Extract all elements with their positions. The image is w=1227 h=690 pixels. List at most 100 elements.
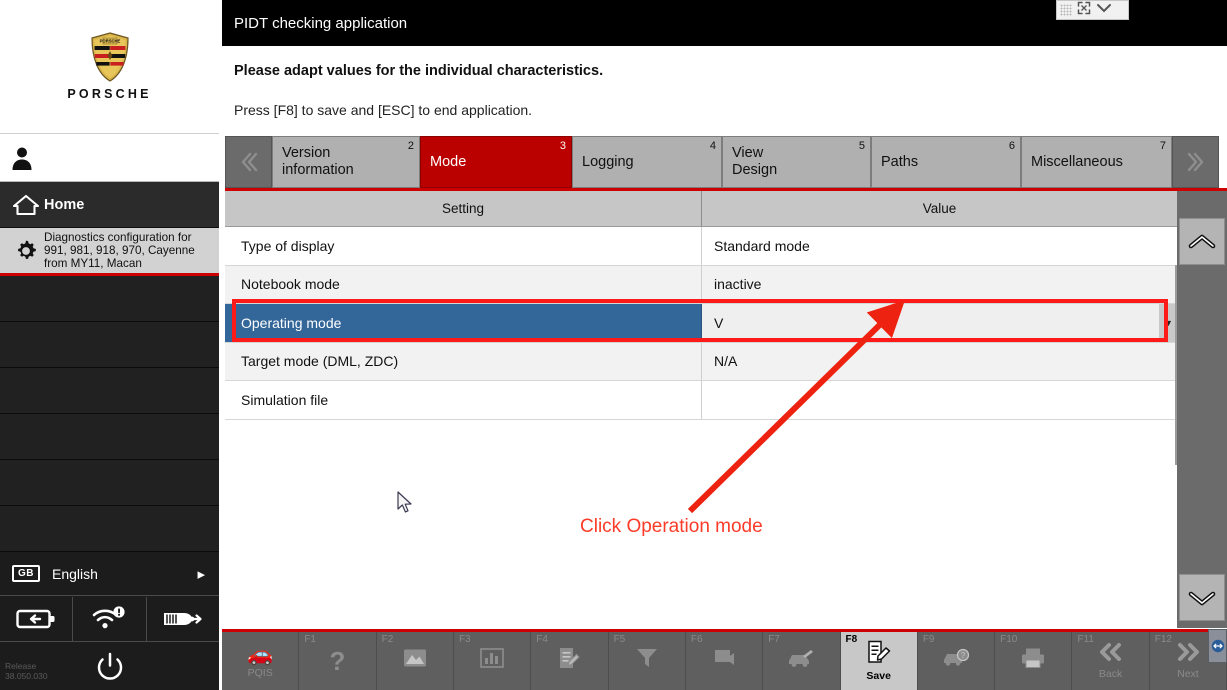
row-value-dropdown[interactable]: V ▼ <box>702 304 1178 342</box>
user-account-row[interactable] <box>0 134 219 182</box>
chevron-up-icon <box>1188 234 1216 248</box>
svg-text:?: ? <box>961 651 966 660</box>
fkey-f8-save[interactable]: F8 Save <box>840 632 918 690</box>
bar-chart-icon <box>480 648 504 673</box>
column-header-setting: Setting <box>225 191 702 226</box>
floating-toolbar[interactable] <box>1056 0 1129 20</box>
filter-funnel-icon <box>635 647 659 674</box>
row-value[interactable]: N/A <box>702 343 1177 381</box>
tab-number: 4 <box>709 140 716 152</box>
sidebar-item-label: Diagnostics configuration for 991, 981, … <box>44 230 195 271</box>
table-row-operating-mode[interactable]: Operating mode V ▼ <box>225 304 1178 343</box>
tab-miscellaneous[interactable]: 7 Miscellaneous <box>1021 136 1172 188</box>
tab-label: Logging <box>582 153 634 170</box>
row-setting: Operating mode <box>225 304 702 342</box>
tab-logging[interactable]: 4 Logging <box>572 136 722 188</box>
table-row[interactable]: Simulation file <box>225 381 1177 420</box>
row-value[interactable]: Standard mode <box>702 227 1177 265</box>
edit-list-icon <box>557 647 581 674</box>
fkey-number: F10 <box>1000 634 1018 645</box>
fkey-label: PQIS <box>247 666 273 679</box>
scroll-down-button[interactable] <box>1179 574 1225 621</box>
tab-mode[interactable]: 3 Mode <box>420 136 572 188</box>
sidebar-item-home[interactable]: Home <box>0 182 219 228</box>
sidebar-item-diagnostics-configuration[interactable]: Diagnostics configuration for 991, 981, … <box>0 228 219 276</box>
sidebar-blank-row <box>0 368 219 414</box>
sidebar-blank-row <box>0 506 219 552</box>
fkey-number: F2 <box>381 634 394 645</box>
app-root: PORSCHE PORSCHE Home Diagnostics configu… <box>0 0 1227 690</box>
window-title: PIDT checking application <box>234 15 408 32</box>
language-badge: GB <box>12 565 40 582</box>
fkey-number: F12 <box>1154 634 1172 645</box>
sidebar: PORSCHE PORSCHE Home Diagnostics configu… <box>0 0 222 690</box>
save-edit-icon <box>866 640 892 669</box>
battery-icon <box>16 609 55 629</box>
gear-icon <box>8 239 44 263</box>
language-label: English <box>52 565 98 582</box>
sidebar-blank-row <box>0 322 219 368</box>
vci-usb-icon <box>163 613 202 625</box>
fkey-number: F7 <box>768 634 780 645</box>
porsche-crest-icon: PORSCHE <box>90 32 129 82</box>
function-key-bar: 🚗 PQIS F1 ? F2 F3 F4 F5 F6 F7 F8 Save F9… <box>222 629 1227 690</box>
status-icon-bar <box>0 597 219 642</box>
instruction-primary: Please adapt values for the individual c… <box>234 63 604 79</box>
grip-dots-icon[interactable] <box>1060 4 1072 16</box>
fkey-f2-image[interactable]: F2 <box>377 632 454 690</box>
resize-horizontal-icon <box>1211 639 1224 653</box>
row-value[interactable] <box>702 381 1177 419</box>
power-icon <box>97 652 122 680</box>
fkey-number: F11 <box>1077 634 1094 645</box>
fkey-f9-car-question[interactable]: F9 ? <box>918 632 996 690</box>
fkey-f6-screen[interactable]: F6 <box>686 632 764 690</box>
annotation-callout-text: Click Operation mode <box>580 516 763 537</box>
chevron-right-icon: ▸ <box>197 565 205 583</box>
fkey-label: Next <box>1177 668 1199 680</box>
tab-number: 5 <box>858 140 865 152</box>
battery-status-button[interactable] <box>0 597 74 641</box>
tab-next-button[interactable] <box>1172 136 1219 188</box>
table-row[interactable]: Type of display Standard mode <box>225 227 1177 266</box>
fkey-number: F1 <box>304 634 316 645</box>
tab-prev-button[interactable] <box>225 136 272 188</box>
row-setting: Simulation file <box>225 381 702 419</box>
tab-label: Miscellaneous <box>1031 153 1123 170</box>
instruction-secondary: Press [F8] to save and [ESC] to end appl… <box>234 102 533 118</box>
tab-number: 6 <box>1008 140 1015 152</box>
column-header-value: Value <box>922 201 957 216</box>
row-value[interactable]: inactive <box>702 266 1177 304</box>
user-icon <box>12 147 32 170</box>
corner-widget-handle[interactable] <box>1208 629 1227 663</box>
fkey-f5-filter[interactable]: F5 <box>609 632 686 690</box>
language-selector[interactable]: GB English ▸ <box>0 551 219 596</box>
chevron-down-icon[interactable] <box>1096 1 1112 19</box>
release-number: 38.050.030 <box>5 671 48 681</box>
wifi-status-button[interactable] <box>73 597 147 641</box>
table-row[interactable]: Target mode (DML, ZDC) N/A <box>225 342 1177 381</box>
tab-number: 3 <box>559 140 566 152</box>
brand-panel: PORSCHE PORSCHE <box>0 0 219 134</box>
fkey-f3-chart[interactable]: F3 <box>454 632 532 690</box>
fkey-f7-car-tool[interactable]: F7 <box>763 632 841 690</box>
vci-status-button[interactable] <box>147 597 219 641</box>
scroll-up-button[interactable] <box>1179 218 1225 265</box>
fkey-f10-print[interactable]: F10 <box>995 632 1073 690</box>
chevron-right-double-icon <box>1187 152 1203 172</box>
release-label: Release <box>5 661 37 671</box>
fkey-number: F3 <box>458 634 471 645</box>
settings-table: Setting Value Type of display Standard m… <box>225 191 1178 628</box>
tab-view-design[interactable]: 5 View Design <box>722 136 871 188</box>
table-row[interactable]: Notebook mode inactive <box>225 265 1177 304</box>
printer-icon <box>1020 647 1046 674</box>
fkey-f11-back[interactable]: F11 Back <box>1072 632 1150 690</box>
tab-version-information[interactable]: 2 Version information <box>272 136 420 188</box>
fkey-f4-edit[interactable]: F4 <box>531 632 609 690</box>
tab-label: Paths <box>881 153 919 170</box>
expand-arrows-icon[interactable] <box>1077 1 1091 20</box>
fkey-f1-help[interactable]: F1 ? <box>299 632 377 690</box>
tab-label: View Design <box>732 145 778 178</box>
fkey-pqis[interactable]: 🚗 PQIS <box>222 632 300 690</box>
chevron-left-double-icon <box>241 152 257 172</box>
tab-paths[interactable]: 6 Paths <box>871 136 1021 188</box>
